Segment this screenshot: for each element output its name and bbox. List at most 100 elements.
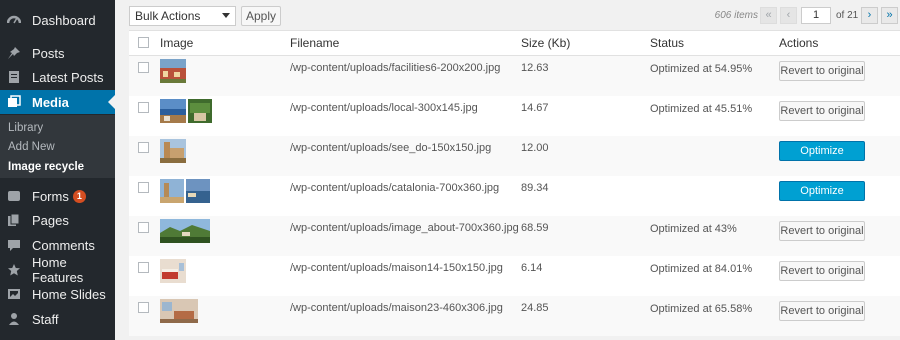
table-row: /wp-content/uploads/local-300x145.jpg 14… — [129, 96, 900, 136]
file-size: 68.59 — [521, 222, 549, 234]
revert-to-original-button[interactable]: Revert to original — [779, 101, 865, 121]
sidebar-item-dashboard[interactable]: Dashboard — [0, 8, 115, 32]
star-icon — [7, 263, 21, 277]
image-thumbnail[interactable] — [160, 59, 186, 83]
sidebar-item-label: Latest Posts — [32, 69, 104, 85]
bulk-actions-select[interactable]: Bulk Actions — [129, 6, 236, 26]
notification-badge: 1 — [72, 189, 86, 203]
file-size: 89.34 — [521, 182, 549, 194]
sidebar-item-comments[interactable]: Comments — [0, 233, 115, 257]
items-count: 606 items — [714, 10, 758, 21]
filename: /wp-content/uploads/maison14-150x150.jpg — [290, 262, 503, 274]
last-page-button[interactable]: » — [881, 7, 898, 24]
file-size: 12.00 — [521, 142, 549, 154]
row-checkbox[interactable] — [138, 62, 149, 73]
column-header-filename[interactable]: Filename — [290, 36, 339, 50]
prev-page-button[interactable]: ‹ — [780, 7, 797, 24]
revert-to-original-button[interactable]: Revert to original — [779, 261, 865, 281]
total-pages: of 21 — [836, 10, 859, 21]
table-toolbar: Bulk Actions Apply 606 items « ‹ 1 of 21… — [115, 0, 900, 30]
chevron-down-icon — [222, 13, 230, 18]
sidebar-item-pages[interactable]: Pages — [0, 208, 115, 232]
sidebar-item-forms[interactable]: Forms 1 — [0, 184, 115, 208]
pages-icon — [7, 213, 21, 227]
image-thumbnail[interactable] — [160, 299, 198, 323]
row-checkbox[interactable] — [138, 302, 149, 313]
comment-icon — [7, 238, 21, 252]
row-checkbox[interactable] — [138, 222, 149, 233]
sidebar-item-staff[interactable]: Staff — [0, 307, 115, 331]
column-header-size[interactable]: Size (Kb) — [521, 36, 570, 50]
apply-button[interactable]: Apply — [241, 6, 281, 26]
filename: /wp-content/uploads/local-300x145.jpg — [290, 102, 478, 114]
row-checkbox[interactable] — [138, 102, 149, 113]
image-thumbnail[interactable] — [160, 139, 186, 163]
image-thumbnail[interactable] — [160, 259, 186, 283]
file-size: 14.67 — [521, 102, 549, 114]
slides-icon — [7, 287, 21, 301]
image-thumbnail[interactable] — [160, 179, 210, 203]
admin-sidebar: Dashboard Posts Latest Posts Media Libra… — [0, 0, 115, 340]
document-icon — [7, 70, 21, 84]
select-all-checkbox[interactable] — [138, 37, 149, 48]
status-text: Optimized at 54.95% — [650, 63, 753, 75]
sidebar-item-posts[interactable]: Posts — [0, 41, 115, 65]
sidebar-item-label: Home Slides — [32, 286, 106, 302]
next-page-button[interactable]: › — [861, 7, 878, 24]
file-size: 12.63 — [521, 62, 549, 74]
table-header: Image Filename Size (Kb) Status Actions — [129, 31, 900, 56]
sidebar-item-media[interactable]: Media — [0, 90, 115, 114]
column-header-status[interactable]: Status — [650, 36, 684, 50]
sidebar-item-label: Pages — [32, 212, 69, 228]
row-checkbox[interactable] — [138, 262, 149, 273]
bulk-actions-value: Bulk Actions — [135, 9, 201, 23]
table-row: /wp-content/uploads/image_about-700x360.… — [129, 216, 900, 256]
filename: /wp-content/uploads/maison23-460x306.jpg — [290, 302, 503, 314]
submenu-item-library[interactable]: Library — [8, 122, 43, 134]
table-row: /wp-content/uploads/maison14-150x150.jpg… — [129, 256, 900, 296]
revert-to-original-button[interactable]: Revert to original — [779, 301, 865, 321]
table-row: /wp-content/uploads/maison23-460x306.jpg… — [129, 296, 900, 336]
first-page-button[interactable]: « — [760, 7, 777, 24]
optimize-button[interactable]: Optimize — [779, 181, 865, 201]
sidebar-item-latest-posts[interactable]: Latest Posts — [0, 65, 115, 89]
dashboard-icon — [7, 13, 21, 27]
optimize-button[interactable]: Optimize — [779, 141, 865, 161]
media-submenu: Library Add New Image recycle — [0, 115, 115, 178]
sidebar-item-label: Forms — [32, 188, 69, 204]
sidebar-item-label: Posts — [32, 45, 65, 61]
sidebar-item-label: Home Features — [32, 255, 84, 285]
sidebar-item-home-features[interactable]: Home Features — [0, 255, 115, 285]
file-size: 24.85 — [521, 302, 549, 314]
forms-icon — [7, 189, 21, 203]
sidebar-item-label: Staff — [32, 311, 59, 327]
table-row: /wp-content/uploads/catalonia-700x360.jp… — [129, 176, 900, 216]
filename: /wp-content/uploads/image_about-700x360.… — [290, 222, 519, 234]
column-header-actions: Actions — [779, 36, 819, 50]
image-thumbnail[interactable] — [160, 99, 212, 123]
row-checkbox[interactable] — [138, 182, 149, 193]
image-thumbnail[interactable] — [160, 219, 210, 243]
pin-icon — [7, 46, 21, 60]
sidebar-item-label: Media — [32, 94, 69, 110]
table-row: /wp-content/uploads/see_do-150x150.jpg 1… — [129, 136, 900, 176]
status-text: Optimized at 84.01% — [650, 263, 753, 275]
table-row: /wp-content/uploads/facilities6-200x200.… — [129, 56, 900, 96]
revert-to-original-button[interactable]: Revert to original — [779, 61, 865, 81]
column-header-image[interactable]: Image — [160, 36, 193, 50]
filename: /wp-content/uploads/see_do-150x150.jpg — [290, 142, 492, 154]
sidebar-item-label: Comments — [32, 237, 95, 253]
row-checkbox[interactable] — [138, 142, 149, 153]
revert-to-original-button[interactable]: Revert to original — [779, 221, 865, 241]
staff-icon — [7, 312, 21, 326]
images-table: Image Filename Size (Kb) Status Actions … — [129, 30, 900, 336]
sidebar-item-home-slides[interactable]: Home Slides — [0, 282, 115, 306]
status-text: Optimized at 45.51% — [650, 103, 753, 115]
media-icon — [7, 95, 21, 109]
file-size: 6.14 — [521, 262, 543, 274]
filename: /wp-content/uploads/catalonia-700x360.jp… — [290, 182, 500, 194]
current-page-input[interactable]: 1 — [801, 7, 831, 24]
submenu-item-image-recycle[interactable]: Image recycle — [8, 161, 84, 173]
filename: /wp-content/uploads/facilities6-200x200.… — [290, 62, 501, 74]
submenu-item-add-new[interactable]: Add New — [8, 141, 55, 153]
